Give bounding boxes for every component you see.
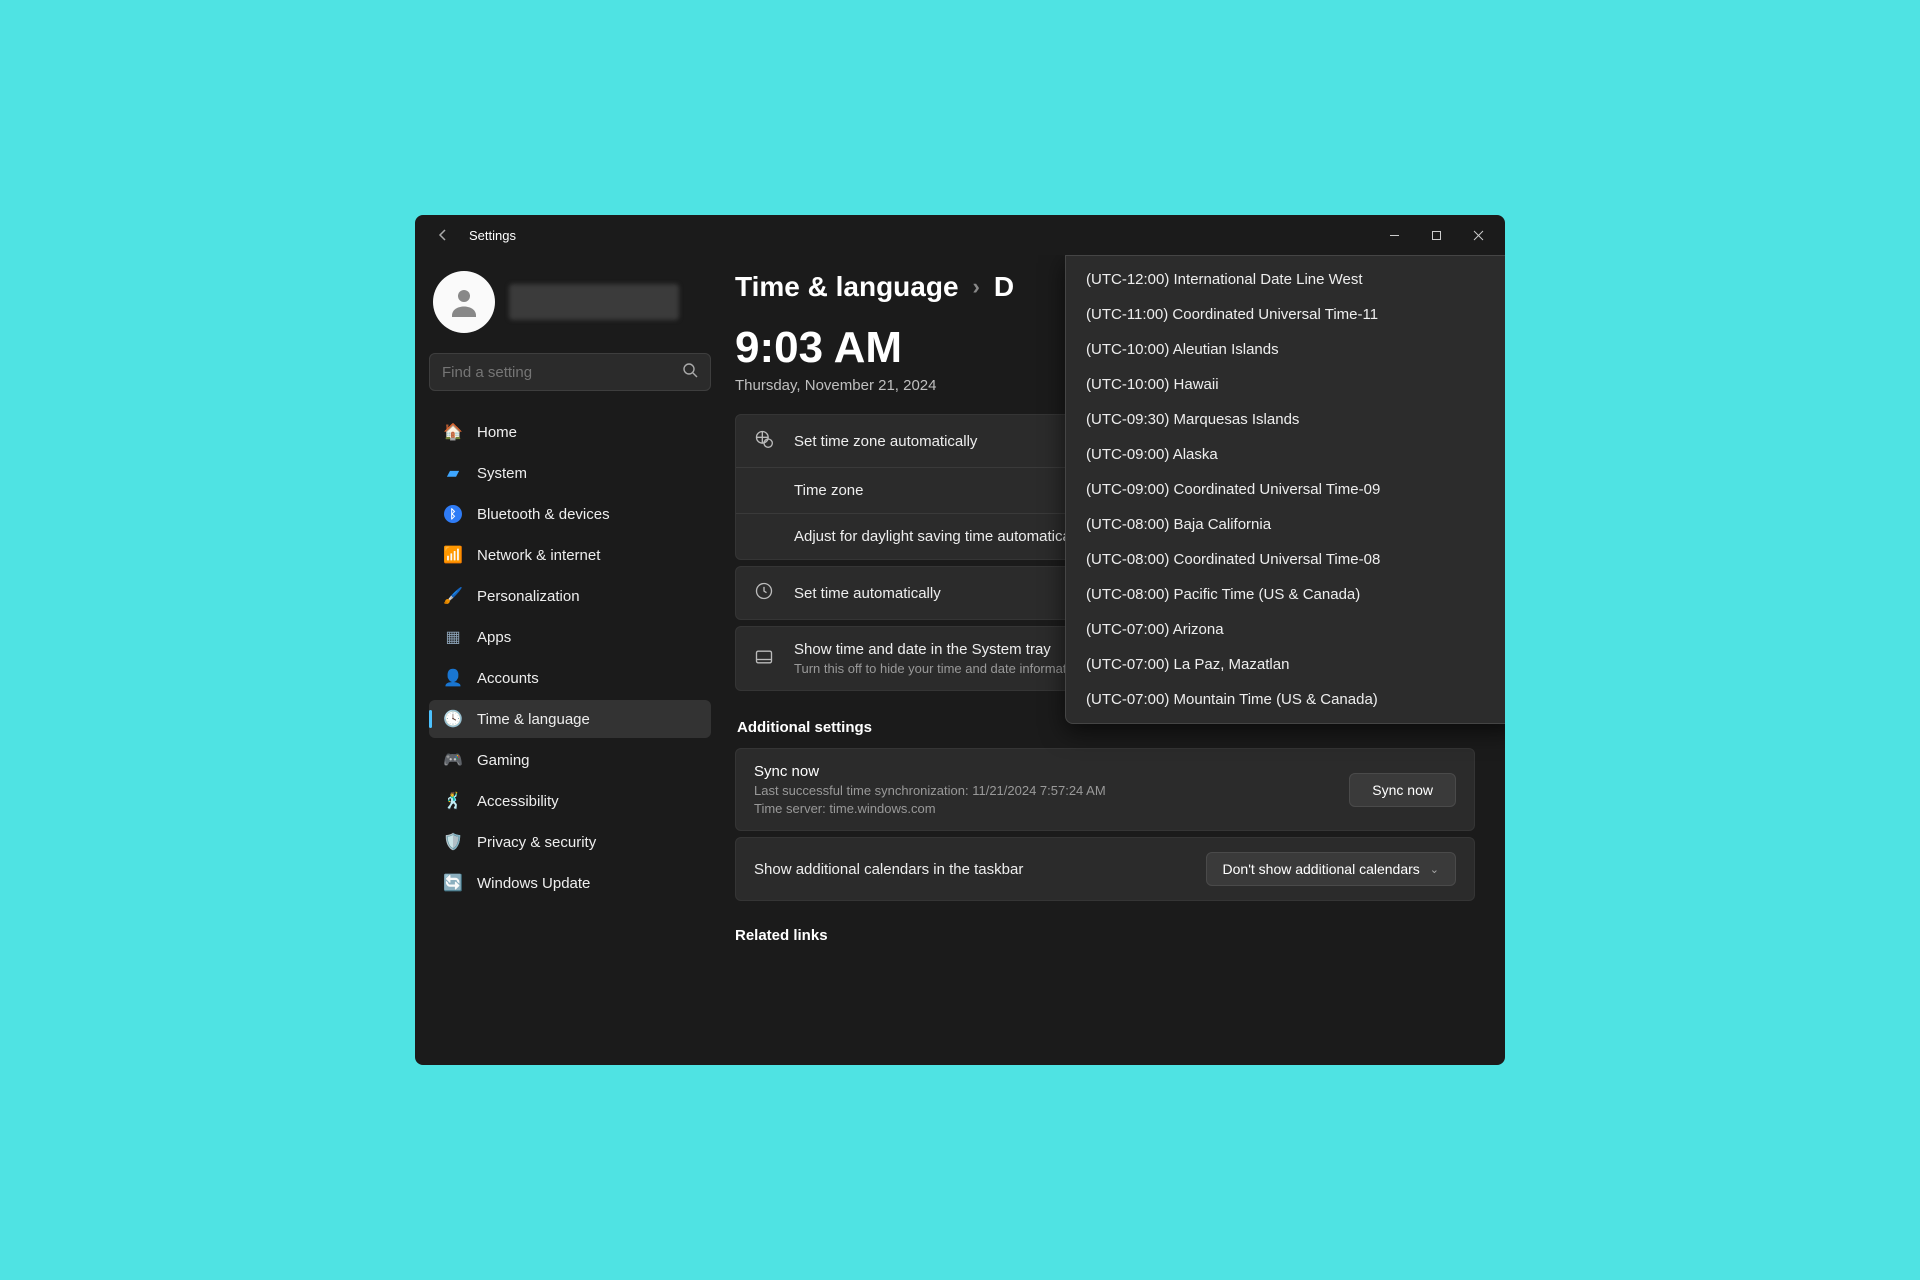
nav-accessibility[interactable]: 🕺 Accessibility xyxy=(429,782,711,820)
globe-clock-icon xyxy=(754,429,776,453)
chevron-down-icon: ⌄ xyxy=(1430,863,1439,876)
timezone-option[interactable]: (UTC-07:00) Mountain Time (US & Canada) xyxy=(1066,682,1505,717)
taskbar-icon xyxy=(754,647,776,671)
timezone-option[interactable]: (UTC-11:00) Coordinated Universal Time-1… xyxy=(1066,297,1505,332)
timezone-option[interactable]: (UTC-08:00) Baja California xyxy=(1066,507,1505,542)
nav-system[interactable]: ▰ System xyxy=(429,454,711,492)
home-icon: 🏠 xyxy=(443,422,463,442)
nav-label: Privacy & security xyxy=(477,834,596,851)
apps-icon: ▦ xyxy=(443,627,463,647)
sync-title: Sync now xyxy=(754,763,1331,780)
timezone-option[interactable]: (UTC-12:00) International Date Line West xyxy=(1066,262,1505,297)
nav-update[interactable]: 🔄 Windows Update xyxy=(429,864,711,902)
nav-label: Accessibility xyxy=(477,793,559,810)
clock-globe-icon: 🕓 xyxy=(443,709,463,729)
search-input[interactable] xyxy=(442,364,682,381)
dropdown-value: Don't show additional calendars xyxy=(1223,861,1420,877)
settings-window: Settings 🏠 Home ▰ System xyxy=(415,215,1505,1065)
nav-privacy[interactable]: 🛡️ Privacy & security xyxy=(429,823,711,861)
window-title: Settings xyxy=(469,228,1373,243)
search-icon xyxy=(682,362,698,383)
sync-info: Sync now Last successful time synchroniz… xyxy=(754,763,1331,816)
nav-accounts[interactable]: 👤 Accounts xyxy=(429,659,711,697)
calendars-dropdown[interactable]: Don't show additional calendars ⌄ xyxy=(1206,852,1456,886)
nav-list: 🏠 Home ▰ System ᛒ Bluetooth & devices 📶 Netw… xyxy=(429,413,711,902)
nav-apps[interactable]: ▦ Apps xyxy=(429,618,711,656)
breadcrumb-current: D xyxy=(994,271,1014,303)
sync-last: Last successful time synchronization: 11… xyxy=(754,783,1331,798)
calendars-card: Show additional calendars in the taskbar… xyxy=(735,837,1475,901)
person-icon: 👤 xyxy=(443,668,463,688)
row-sync-now: Sync now Last successful time synchroniz… xyxy=(736,749,1474,830)
nav-label: Home xyxy=(477,424,517,441)
related-links-title: Related links xyxy=(735,927,1475,944)
nav-home[interactable]: 🏠 Home xyxy=(429,413,711,451)
timezone-option[interactable]: (UTC-10:00) Aleutian Islands xyxy=(1066,332,1505,367)
avatar xyxy=(433,271,495,333)
bluetooth-icon: ᛒ xyxy=(443,504,463,524)
timezone-option[interactable]: (UTC-10:00) Hawaii xyxy=(1066,367,1505,402)
gamepad-icon: 🎮 xyxy=(443,750,463,770)
nav-label: Windows Update xyxy=(477,875,590,892)
main-content: Time & language › D 9:03 AM Thursday, No… xyxy=(725,255,1505,1065)
sync-now-button[interactable]: Sync now xyxy=(1349,773,1456,807)
chevron-right-icon: › xyxy=(973,274,980,300)
timezone-option[interactable]: (UTC-09:00) Alaska xyxy=(1066,437,1505,472)
row-additional-calendars: Show additional calendars in the taskbar… xyxy=(736,838,1474,900)
back-button[interactable] xyxy=(435,227,451,243)
nav-time-language[interactable]: 🕓 Time & language xyxy=(429,700,711,738)
nav-label: Time & language xyxy=(477,711,590,728)
wifi-icon: 📶 xyxy=(443,545,463,565)
brush-icon: 🖌️ xyxy=(443,586,463,606)
nav-label: Gaming xyxy=(477,752,530,769)
timezone-option[interactable]: (UTC-07:00) La Paz, Mazatlan xyxy=(1066,647,1505,682)
row-label: Show additional calendars in the taskbar xyxy=(754,861,1188,878)
sidebar: 🏠 Home ▰ System ᛒ Bluetooth & devices 📶 Netw… xyxy=(415,255,725,1065)
sync-server: Time server: time.windows.com xyxy=(754,801,1331,816)
timezone-dropdown-list[interactable]: (UTC-12:00) International Date Line West… xyxy=(1065,255,1505,724)
window-controls xyxy=(1373,219,1499,251)
nav-label: Personalization xyxy=(477,588,580,605)
nav-label: Accounts xyxy=(477,670,539,687)
user-name-redacted xyxy=(509,284,679,320)
timezone-option[interactable]: (UTC-08:00) Pacific Time (US & Canada) xyxy=(1066,577,1505,612)
sync-card: Sync now Last successful time synchroniz… xyxy=(735,748,1475,831)
nav-bluetooth[interactable]: ᛒ Bluetooth & devices xyxy=(429,495,711,533)
timezone-option[interactable]: (UTC-09:00) Coordinated Universal Time-0… xyxy=(1066,472,1505,507)
system-icon: ▰ xyxy=(443,463,463,483)
shield-icon: 🛡️ xyxy=(443,832,463,852)
nav-gaming[interactable]: 🎮 Gaming xyxy=(429,741,711,779)
accessibility-icon: 🕺 xyxy=(443,791,463,811)
nav-personalization[interactable]: 🖌️ Personalization xyxy=(429,577,711,615)
timezone-option[interactable]: (UTC-08:00) Coordinated Universal Time-0… xyxy=(1066,542,1505,577)
clock-icon xyxy=(754,581,776,605)
nav-label: System xyxy=(477,465,527,482)
timezone-option[interactable]: (UTC-09:30) Marquesas Islands xyxy=(1066,402,1505,437)
breadcrumb-parent[interactable]: Time & language xyxy=(735,271,959,303)
close-button[interactable] xyxy=(1457,219,1499,251)
titlebar: Settings xyxy=(415,215,1505,255)
search-box[interactable] xyxy=(429,353,711,391)
user-profile[interactable] xyxy=(433,271,711,333)
update-icon: 🔄 xyxy=(443,873,463,893)
nav-label: Bluetooth & devices xyxy=(477,506,610,523)
timezone-option[interactable]: (UTC-07:00) Arizona xyxy=(1066,612,1505,647)
nav-network[interactable]: 📶 Network & internet xyxy=(429,536,711,574)
nav-label: Network & internet xyxy=(477,547,600,564)
maximize-button[interactable] xyxy=(1415,219,1457,251)
minimize-button[interactable] xyxy=(1373,219,1415,251)
nav-label: Apps xyxy=(477,629,511,646)
